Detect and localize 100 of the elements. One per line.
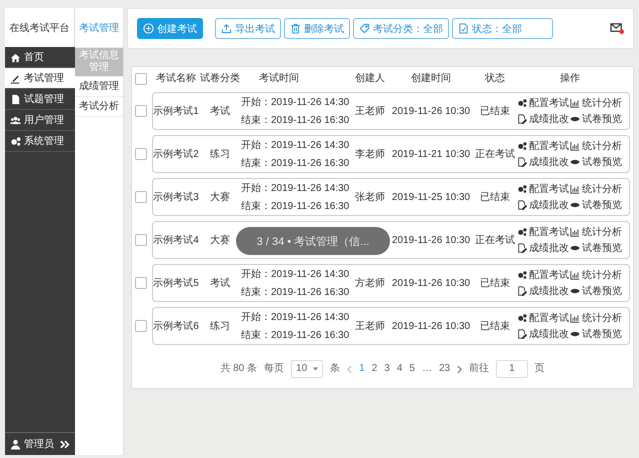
checkbox[interactable] (135, 320, 147, 332)
toolbar-button[interactable]: 删除考试 (284, 18, 350, 39)
collapse-icon[interactable] (60, 440, 70, 448)
plus-icon (143, 23, 154, 34)
exam-name: 示例考试5 (153, 278, 199, 288)
exam-name: 示例考试1 (153, 106, 199, 116)
goto-unit: 页 (534, 362, 545, 376)
upload-icon (221, 23, 232, 34)
action-link[interactable]: 试卷预览 (570, 156, 623, 168)
column-header: 考试时间 (258, 72, 300, 86)
goto-label: 前往 (469, 362, 490, 376)
start-time: 开始：2019-11-26 14:30 (241, 96, 350, 108)
end-time: 结束：2019-11-26 16:30 (241, 114, 350, 126)
action-link[interactable]: 统计分析 (570, 226, 623, 238)
page-number[interactable]: 23 (438, 362, 450, 376)
creator: 张老师 (355, 192, 385, 202)
toolbar-button[interactable]: 导出考试 (215, 18, 281, 39)
action-link[interactable]: 配置考试 (517, 182, 570, 196)
checkbox[interactable] (135, 148, 147, 160)
action-link[interactable]: 成绩批改 (517, 328, 570, 340)
exam-category: 大赛 (210, 234, 230, 246)
action-link[interactable]: 试卷预览 (570, 242, 623, 254)
action-link[interactable]: 配置考试 (517, 140, 570, 152)
action-link[interactable]: 配置考试 (517, 268, 570, 282)
action-link[interactable]: 成绩批改 (517, 198, 570, 212)
created-time: 2019-11-26 10:30 (392, 234, 470, 246)
checkbox[interactable] (135, 277, 147, 289)
page-number[interactable]: … (422, 362, 432, 376)
next-page-icon[interactable] (457, 364, 462, 374)
page-size-select[interactable]: 10 (291, 360, 324, 378)
action-link[interactable]: 统计分析 (570, 96, 623, 110)
edit-icon (517, 157, 527, 167)
action-link[interactable]: 成绩批改 (517, 284, 570, 298)
action-link[interactable]: 成绩批改 (517, 242, 570, 254)
action-link[interactable]: 配置考试 (517, 96, 570, 110)
column-header: 创建时间 (410, 72, 452, 86)
action-link[interactable]: 统计分析 (570, 140, 623, 152)
checkbox[interactable] (135, 191, 147, 203)
checkbox[interactable] (135, 234, 147, 246)
end-time: 结束：2019-11-26 16:30 (241, 156, 350, 170)
start-time: 开始：2019-11-26 14:30 (241, 138, 350, 152)
checkbox[interactable] (135, 73, 147, 85)
start-time: 开始：2019-11-26 14:30 (241, 182, 350, 194)
exam-name: 示例考试3 (153, 192, 199, 202)
start-time: 开始：2019-11-26 14:30 (241, 268, 350, 280)
toolbar-button[interactable]: 考试分类：全部 (353, 18, 449, 39)
menu-item[interactable]: 考试管理 (5, 68, 75, 89)
action-link[interactable]: 配置考试 (517, 312, 570, 324)
action-link[interactable]: 统计分析 (570, 268, 623, 282)
edit-icon (517, 286, 527, 296)
end-time: 结束：2019-11-26 16:30 (241, 286, 350, 298)
creator: 王老师 (355, 320, 385, 332)
trash-icon (290, 23, 301, 34)
submenu-item[interactable]: 成绩管理 (75, 77, 123, 97)
page-number[interactable]: 5 (409, 362, 415, 376)
creator: 李老师 (355, 148, 385, 160)
page-number[interactable]: 4 (396, 362, 402, 376)
exam-category: 大赛 (210, 192, 230, 202)
bar-chart-icon (570, 141, 580, 151)
checkbox[interactable] (135, 105, 147, 117)
user-icon (10, 438, 21, 450)
action-link[interactable]: 试卷预览 (570, 198, 623, 212)
action-link[interactable]: 成绩批改 (517, 156, 570, 168)
goto-page-field[interactable]: 1 (496, 360, 528, 378)
action-link[interactable]: 配置考试 (517, 226, 570, 238)
toolbar-button[interactable]: 状态：全部 (452, 18, 553, 39)
exam-category: 练习 (210, 320, 230, 332)
page-number[interactable]: 2 (372, 362, 378, 376)
file-icon (10, 94, 21, 104)
home-icon (10, 52, 21, 62)
bar-chart-icon (570, 184, 580, 194)
exam-name: 示例考试2 (153, 148, 199, 160)
exam-status: 已结束 (480, 278, 510, 288)
creator: 王老师 (355, 106, 385, 116)
action-link[interactable]: 成绩批改 (517, 112, 570, 126)
end-time: 结束：2019-11-26 16:30 (241, 328, 350, 342)
mail-icon[interactable] (610, 22, 625, 35)
edit-icon (517, 329, 527, 339)
exam-status: 已结束 (480, 320, 510, 332)
page-size-label: 每页 (264, 362, 284, 376)
page-number[interactable]: 3 (384, 362, 390, 376)
action-link[interactable]: 统计分析 (570, 182, 623, 196)
action-link[interactable]: 试卷预览 (570, 112, 623, 126)
exam-category: 练习 (210, 148, 230, 160)
action-link[interactable]: 试卷预览 (570, 284, 623, 298)
total-count: 共 80 条 (220, 362, 258, 376)
tag-icon (359, 23, 370, 34)
bar-chart-icon (570, 98, 580, 108)
created-time: 2019-11-21 10:30 (392, 148, 470, 160)
created-time: 2019-11-26 10:30 (392, 278, 470, 288)
action-link[interactable]: 试卷预览 (570, 328, 623, 340)
column-header: 状态 (484, 72, 506, 86)
action-link[interactable]: 统计分析 (570, 312, 623, 324)
created-time: 2019-11-26 10:30 (392, 320, 470, 332)
creator: 方老师 (355, 278, 385, 288)
created-time: 2019-11-25 10:30 (392, 192, 470, 202)
exam-status: 已结束 (480, 192, 510, 202)
previous-page-icon[interactable] (347, 364, 352, 374)
bar-chart-icon (570, 270, 580, 280)
submenu-item[interactable]: 考试分析 (75, 97, 123, 117)
